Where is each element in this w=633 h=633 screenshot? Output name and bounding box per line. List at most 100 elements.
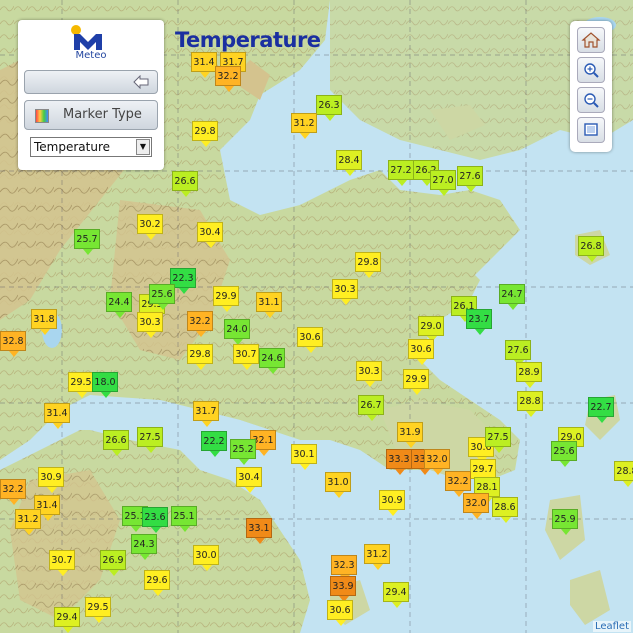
- station-marker[interactable]: 25.6: [551, 441, 577, 467]
- station-marker[interactable]: 22.2: [201, 431, 227, 457]
- marker-type-label: Marker Type: [63, 107, 142, 122]
- station-marker[interactable]: 31.2: [364, 544, 390, 570]
- home-icon: [581, 32, 601, 48]
- station-marker[interactable]: 27.6: [505, 340, 531, 366]
- collapse-panel-button[interactable]: [24, 70, 158, 94]
- station-marker[interactable]: 22.7: [588, 397, 614, 423]
- station-marker[interactable]: 32.2: [187, 311, 213, 337]
- station-marker[interactable]: 32.2: [215, 66, 241, 92]
- station-marker[interactable]: 27.6: [457, 166, 483, 192]
- station-marker[interactable]: 29.7: [470, 459, 496, 485]
- station-marker[interactable]: 31.2: [291, 113, 317, 139]
- station-marker[interactable]: 30.7: [233, 344, 259, 370]
- zoom-out-icon: [584, 93, 599, 108]
- marker-type-button[interactable]: Marker Type: [24, 100, 158, 130]
- station-marker[interactable]: 30.6: [297, 327, 323, 353]
- station-marker[interactable]: 30.0: [193, 545, 219, 571]
- station-marker[interactable]: 31.4: [44, 403, 70, 429]
- station-marker[interactable]: 24.6: [259, 348, 285, 374]
- station-marker[interactable]: 29.4: [54, 607, 80, 633]
- station-marker[interactable]: 25.2: [230, 439, 256, 465]
- station-marker[interactable]: 25.9: [552, 509, 578, 535]
- station-marker[interactable]: 23.6: [142, 507, 168, 533]
- station-marker[interactable]: 25.1: [171, 506, 197, 532]
- marker-type-select-value: Temperature: [34, 140, 111, 154]
- chevron-down-icon: ▼: [136, 139, 150, 155]
- station-marker[interactable]: 26.7: [358, 395, 384, 421]
- station-marker[interactable]: 30.7: [49, 550, 75, 576]
- fullscreen-button[interactable]: [577, 117, 605, 143]
- station-marker[interactable]: 33.9: [330, 576, 356, 602]
- station-marker[interactable]: 26.3: [316, 95, 342, 121]
- station-marker[interactable]: 31.4: [191, 52, 217, 78]
- station-marker[interactable]: 32.8: [0, 331, 26, 357]
- station-marker[interactable]: 29.5: [85, 597, 111, 623]
- station-marker[interactable]: 31.7: [193, 401, 219, 427]
- station-marker[interactable]: 29.5: [68, 372, 94, 398]
- station-marker[interactable]: 29.8: [187, 344, 213, 370]
- station-marker[interactable]: 28.8: [517, 391, 543, 417]
- station-marker[interactable]: 29.9: [403, 369, 429, 395]
- color-palette-icon: [35, 109, 49, 123]
- station-marker[interactable]: 23.7: [466, 309, 492, 335]
- zoom-in-button[interactable]: [577, 57, 605, 83]
- logo-text: Meteo: [75, 50, 107, 61]
- station-marker[interactable]: 31.2: [15, 509, 41, 535]
- station-marker[interactable]: 27.5: [137, 427, 163, 453]
- marker-type-select[interactable]: Temperature ▼: [30, 137, 152, 157]
- station-marker[interactable]: 30.6: [408, 339, 434, 365]
- station-marker[interactable]: 28.4: [336, 150, 362, 176]
- station-marker[interactable]: 24.0: [224, 319, 250, 345]
- station-marker[interactable]: 30.9: [38, 467, 64, 493]
- station-marker[interactable]: 32.2: [0, 479, 26, 505]
- zoom-in-icon: [584, 63, 599, 78]
- back-arrow-icon: [133, 75, 149, 89]
- station-marker[interactable]: 28.6: [492, 497, 518, 523]
- station-marker[interactable]: 30.3: [137, 312, 163, 338]
- station-marker[interactable]: 31.1: [256, 292, 282, 318]
- station-marker[interactable]: 26.6: [103, 430, 129, 456]
- station-marker[interactable]: 27.0: [430, 170, 456, 196]
- station-marker[interactable]: 30.3: [332, 279, 358, 305]
- station-marker[interactable]: 27.5: [485, 427, 511, 453]
- station-marker[interactable]: 32.3: [331, 555, 357, 581]
- station-marker[interactable]: 30.4: [236, 467, 262, 493]
- attribution-link[interactable]: Leaflet: [592, 621, 631, 632]
- station-marker[interactable]: 30.3: [356, 361, 382, 387]
- station-marker[interactable]: 18.0: [92, 372, 118, 398]
- station-marker[interactable]: 32.2: [445, 471, 471, 497]
- station-marker[interactable]: 33.3: [386, 449, 412, 475]
- station-marker[interactable]: 28.8: [614, 461, 633, 487]
- station-marker[interactable]: 31.8: [31, 309, 57, 335]
- station-marker[interactable]: 27.2: [388, 160, 414, 186]
- station-marker[interactable]: 29.0: [418, 316, 444, 342]
- station-marker[interactable]: 25.7: [74, 229, 100, 255]
- station-marker[interactable]: 24.7: [499, 284, 525, 310]
- station-marker[interactable]: 25.6: [149, 284, 175, 310]
- station-marker[interactable]: 31.9: [397, 422, 423, 448]
- station-marker[interactable]: 29.9: [213, 286, 239, 312]
- station-marker[interactable]: 29.4: [383, 582, 409, 608]
- fullscreen-icon: [584, 123, 598, 136]
- station-marker[interactable]: 29.8: [355, 252, 381, 278]
- home-button[interactable]: [577, 27, 605, 53]
- station-marker[interactable]: 30.9: [379, 490, 405, 516]
- station-marker[interactable]: 32.0: [463, 493, 489, 519]
- station-marker[interactable]: 33.1: [246, 518, 272, 544]
- station-marker[interactable]: 30.2: [137, 214, 163, 240]
- station-marker[interactable]: 26.8: [578, 236, 604, 262]
- zoom-out-button[interactable]: [577, 87, 605, 113]
- station-marker[interactable]: 24.4: [106, 292, 132, 318]
- station-marker[interactable]: 30.4: [197, 222, 223, 248]
- station-marker[interactable]: 32.0: [424, 449, 450, 475]
- station-marker[interactable]: 31.0: [325, 472, 351, 498]
- control-panel: Meteo Marker Type Temperature ▼: [18, 20, 164, 170]
- station-marker[interactable]: 29.8: [192, 121, 218, 147]
- station-marker[interactable]: 26.9: [100, 550, 126, 576]
- station-marker[interactable]: 30.1: [291, 444, 317, 470]
- station-marker[interactable]: 26.6: [172, 171, 198, 197]
- station-marker[interactable]: 28.9: [516, 362, 542, 388]
- station-marker[interactable]: 29.6: [144, 570, 170, 596]
- station-marker[interactable]: 24.3: [131, 534, 157, 560]
- station-marker[interactable]: 30.6: [327, 600, 353, 626]
